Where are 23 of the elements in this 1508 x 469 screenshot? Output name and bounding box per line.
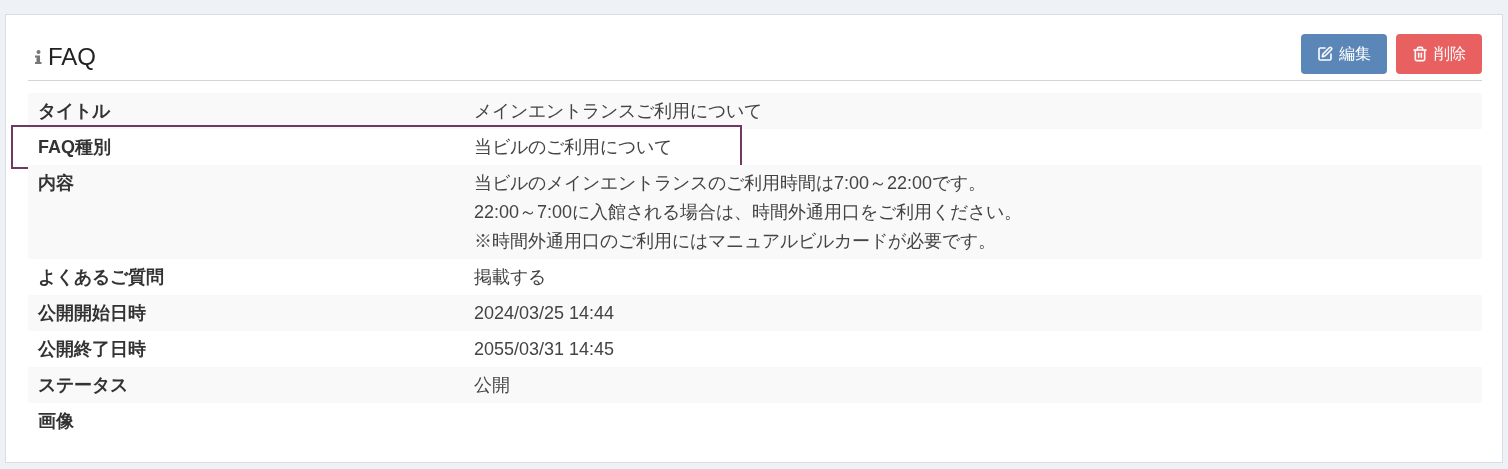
field-value: 当ビルのご利用について xyxy=(474,136,672,159)
field-label: ステータス xyxy=(37,374,129,397)
field-value: 掲載する xyxy=(474,266,546,289)
field-value: ※時間外通用口のご利用にはマニュアルビルカードが必要です。 xyxy=(474,230,997,253)
delete-button[interactable]: 削除 xyxy=(1396,33,1482,74)
edit-icon xyxy=(1317,45,1333,62)
field-label: 画像 xyxy=(37,410,75,433)
field-label: FAQ種別 xyxy=(37,136,112,159)
field-value: 2024/03/25 14:44 xyxy=(474,302,615,325)
field-value: 当ビルのメインエントランスのご利用時間は7:00～22:00です。 xyxy=(474,172,988,195)
field-label: 公開終了日時 xyxy=(37,338,147,361)
panel-title: FAQ xyxy=(48,41,96,72)
field-value: 22:00～7:00に入館される場合は、時間外通用口をご利用ください。 xyxy=(474,201,1023,224)
field-label: よくあるご質問 xyxy=(37,266,165,289)
field-value: メインエントランスご利用について xyxy=(474,100,762,123)
field-value: 2055/03/31 14:45 xyxy=(474,338,615,361)
field-label: タイトル xyxy=(37,100,112,123)
edit-button[interactable]: 編集 xyxy=(1301,33,1387,74)
field-label: 内容 xyxy=(37,172,75,195)
trash-icon xyxy=(1412,45,1428,62)
field-label: 公開開始日時 xyxy=(37,302,147,325)
info-icon xyxy=(34,49,42,64)
field-value: 公開 xyxy=(474,374,510,397)
